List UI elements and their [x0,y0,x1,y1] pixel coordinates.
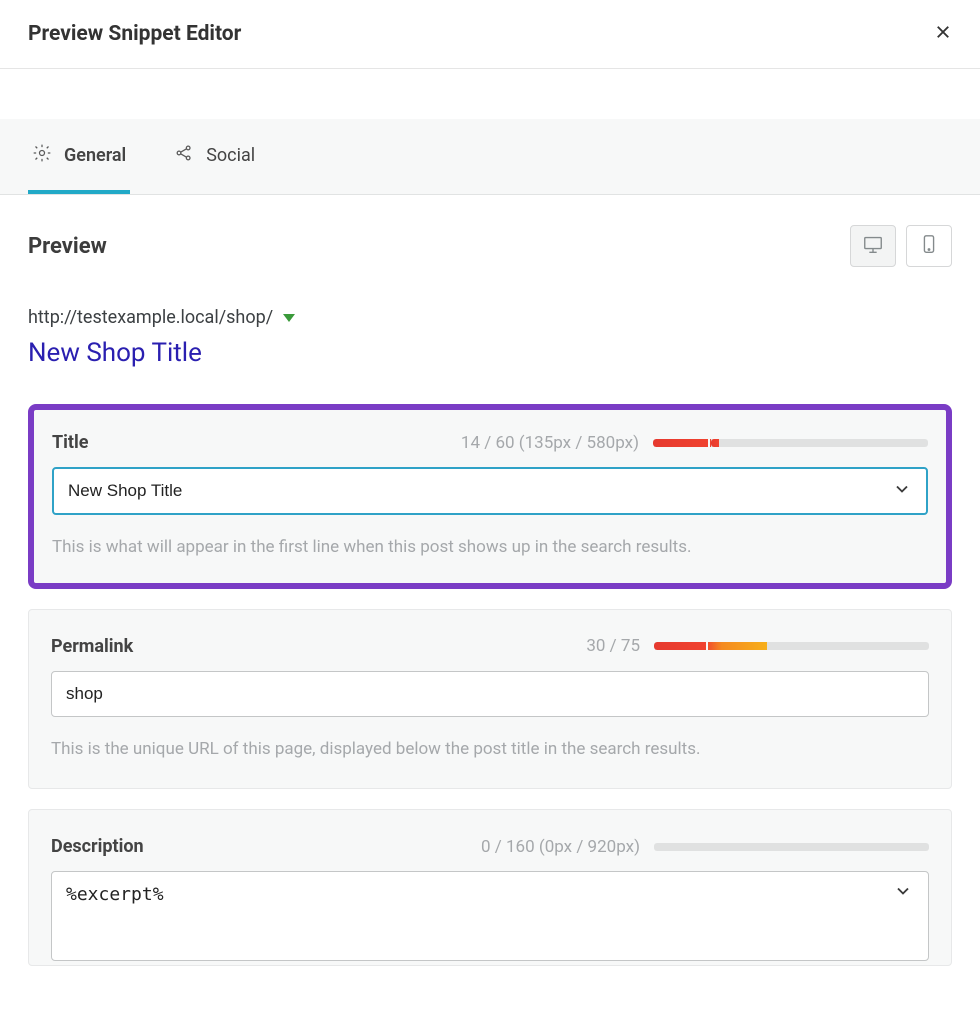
permalink-input[interactable] [51,671,929,717]
gear-icon [32,143,52,168]
permalink-counter: 30 / 75 [586,636,640,656]
title-helper: This is what will appear in the first li… [52,535,928,561]
description-input[interactable] [51,871,929,961]
view-toggle [850,225,952,267]
modal-header: Preview Snippet Editor [0,0,980,69]
tab-social[interactable]: Social [170,119,259,194]
field-label: Permalink [51,636,133,657]
mobile-icon [918,233,940,259]
title-meter [653,439,928,447]
mobile-view-button[interactable] [906,225,952,267]
permalink-helper: This is the unique URL of this page, dis… [51,737,929,763]
tab-label: Social [206,145,255,166]
title-counter: 14 / 60 (135px / 580px) [461,433,639,453]
tab-label: General [64,145,126,166]
preview-header: Preview [28,225,952,267]
preview-title: New Shop Title [28,338,952,368]
desktop-view-button[interactable] [850,225,896,267]
share-icon [174,143,194,168]
title-card: Title 14 / 60 (135px / 580px) This is wh… [28,404,952,589]
field-label: Description [51,836,144,857]
preview-label: Preview [28,234,107,259]
chevron-down-icon[interactable] [892,479,912,503]
preview-url-line: http://testexample.local/shop/ [28,307,952,328]
desktop-icon [862,233,884,259]
preview-url: http://testexample.local/shop/ [28,307,273,328]
description-meter [654,843,929,851]
description-card: Description 0 / 160 (0px / 920px) [28,809,952,966]
permalink-meter [654,642,929,650]
modal-title: Preview Snippet Editor [28,22,241,46]
permalink-card: Permalink 30 / 75 This is the unique URL… [28,609,952,790]
field-label: Title [52,432,89,453]
title-input[interactable] [52,467,928,515]
tab-general[interactable]: General [28,119,130,194]
description-counter: 0 / 160 (0px / 920px) [481,837,640,857]
caret-down-icon[interactable] [283,314,295,322]
chevron-down-icon[interactable] [893,881,913,905]
tabs-bar: General Social [0,119,980,195]
close-icon[interactable] [934,23,952,45]
